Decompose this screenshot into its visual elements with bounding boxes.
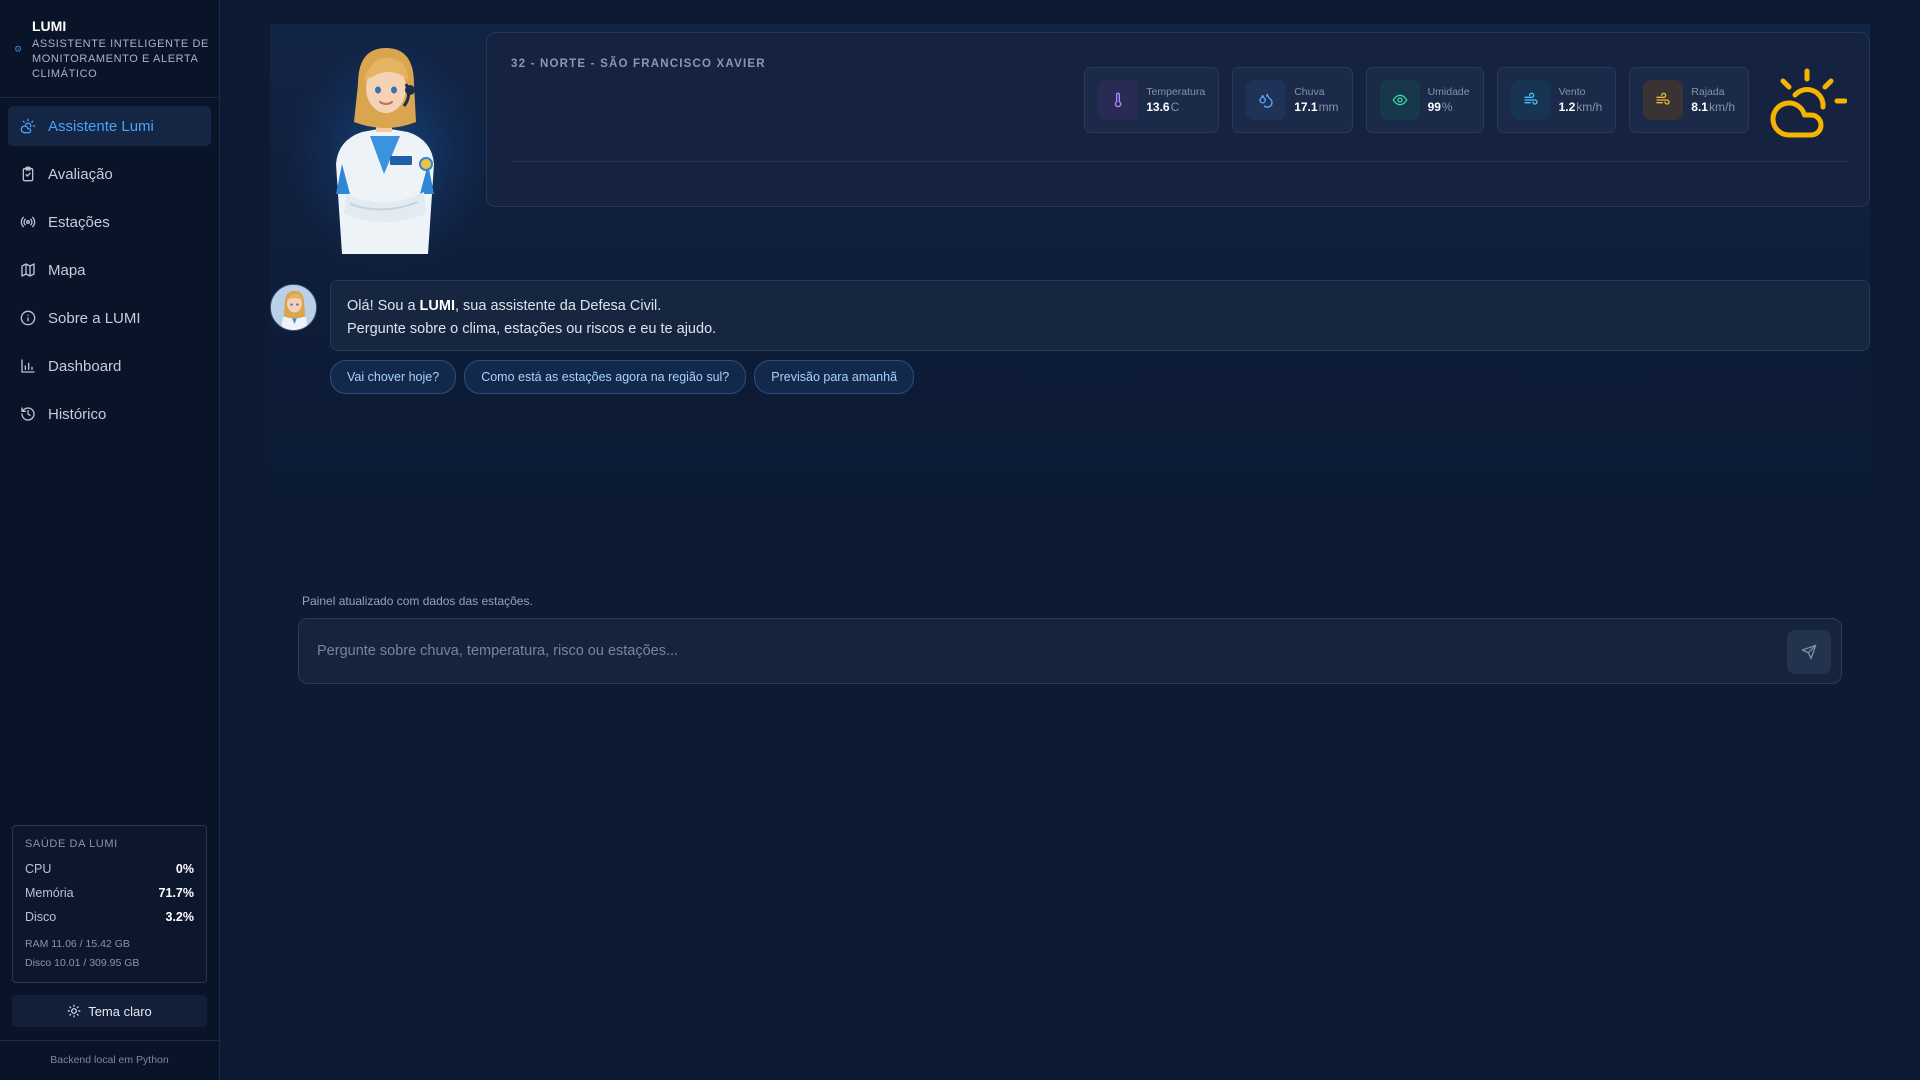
brand-logo-icon: ⚙ [14, 44, 23, 54]
sun-icon [67, 1004, 81, 1018]
sidebar-item-label: Sobre a LUMI [48, 309, 141, 327]
sidebar-item-mapa[interactable]: Mapa [8, 250, 211, 290]
metric-value: 17.1mm [1294, 100, 1338, 114]
metric-label: Temperatura [1146, 86, 1206, 98]
history-icon [20, 406, 36, 422]
ram-detail: RAM 11.06 / 15.42 GB [25, 938, 130, 950]
message-line-1: Olá! Sou a LUMI, sua assistente da Defes… [347, 295, 1853, 318]
wind-gust-icon [1643, 80, 1684, 120]
cpu-label: CPU [25, 862, 52, 876]
theme-toggle-label: Tema claro [88, 1003, 152, 1019]
memory-value: 71.7% [158, 886, 194, 900]
metric-number: 13.6 [1146, 100, 1170, 114]
health-details: RAM 11.06 / 15.42 GB Disco 10.01 / 309.9… [25, 935, 194, 973]
cpu-value: 0% [175, 862, 194, 876]
theme-toggle-button[interactable]: Tema claro [12, 995, 207, 1027]
sidebar-item-label: Dashboard [48, 357, 122, 375]
bar-chart-icon [20, 358, 36, 374]
health-cpu-row: CPU 0% [25, 857, 194, 881]
weather-metrics: Temperatura 13.6C Chuva 17.1mm Umidade 9… [1071, 67, 1749, 133]
brand-title: LUMI [32, 18, 67, 34]
lumi-avatar-illustration [336, 48, 434, 254]
sidebar-item-estacoes[interactable]: Estações [8, 202, 211, 242]
send-button[interactable] [1787, 630, 1831, 674]
assistant-message: Olá! Sou a LUMI, sua assistente da Defes… [330, 280, 1870, 351]
divider [0, 97, 219, 98]
metric-rain: Chuva 17.1mm [1232, 67, 1353, 133]
metric-number: 8.1 [1691, 100, 1708, 114]
sidebar-item-sobre[interactable]: Sobre a LUMI [8, 298, 211, 338]
sidebar-item-label: Avaliação [48, 165, 113, 183]
station-name: 32 - NORTE - SÃO FRANCISCO XAVIER [511, 58, 766, 70]
metric-unit: km/h [1708, 100, 1735, 114]
wind-icon [1510, 80, 1551, 120]
message-text: , sua assistente da Defesa Civil. [454, 298, 662, 314]
metric-wind: Vento 1.2km/h [1496, 67, 1617, 133]
metric-unit: C [1170, 100, 1180, 114]
divider [511, 161, 1847, 162]
sidebar-item-assistente-lumi[interactable]: Assistente Lumi [8, 106, 211, 146]
disk-detail: Disco 10.01 / 309.95 GB [25, 957, 140, 969]
status-text: Painel atualizado com dados das estações… [302, 594, 533, 608]
sidebar-item-label: Mapa [48, 261, 86, 279]
sidebar-item-label: Histórico [48, 405, 107, 423]
send-icon [1801, 644, 1817, 660]
metric-unit: % [1441, 100, 1453, 114]
map-icon [20, 262, 36, 278]
suggestion-chip-rain-today[interactable]: Vai chover hoje? [330, 360, 457, 394]
radio-icon [20, 214, 36, 230]
sidebar-item-label: Assistente Lumi [48, 117, 154, 135]
metric-unit: km/h [1576, 100, 1603, 114]
metric-temperature: Temperatura 13.6C [1084, 67, 1220, 133]
health-disk-row: Disco 3.2% [25, 905, 194, 929]
metric-humidity: Umidade 99% [1365, 67, 1484, 133]
partly-sunny-icon [1770, 68, 1847, 138]
message-line-2: Pergunte sobre o clima, estações ou risc… [347, 321, 717, 337]
thermometer-icon [1098, 80, 1139, 120]
message-bold-text: LUMI [419, 298, 455, 314]
memory-label: Memória [25, 886, 74, 900]
metric-value: 13.6C [1146, 100, 1205, 114]
metric-gust: Rajada 8.1km/h [1629, 67, 1749, 133]
metric-unit: mm [1318, 100, 1339, 114]
weather-station-card: 32 - NORTE - SÃO FRANCISCO XAVIER Temper… [486, 32, 1870, 207]
chat-input-container [298, 618, 1842, 684]
sidebar: ⚙ LUMI Assistente inteligente de monitor… [0, 0, 220, 1080]
health-title: SAÚDE DA LUMI [25, 838, 118, 850]
suggestion-chips: Vai chover hoje? Como está as estações a… [330, 360, 922, 394]
suggestion-chip-stations-south[interactable]: Como está as estações agora na região su… [464, 360, 747, 394]
metric-value: 99% [1428, 100, 1470, 114]
disk-value: 3.2% [165, 910, 195, 924]
metric-label: Umidade [1427, 86, 1470, 98]
clipboard-icon [20, 166, 36, 182]
metric-number: 17.1 [1294, 100, 1318, 114]
metric-label: Chuva [1294, 86, 1325, 98]
metric-number: 1.2 [1558, 100, 1576, 114]
message-text: Olá! Sou a [347, 298, 420, 314]
metric-value: 8.1km/h [1691, 100, 1735, 114]
droplets-icon [1246, 80, 1287, 120]
metric-label: Rajada [1691, 86, 1725, 98]
avatar [270, 284, 317, 331]
sidebar-item-dashboard[interactable]: Dashboard [8, 346, 211, 386]
health-memory-row: Memória 71.7% [25, 881, 194, 905]
brand-subtitle: Assistente inteligente de monitoramento … [32, 38, 209, 80]
divider [0, 1040, 219, 1041]
health-panel: SAÚDE DA LUMI CPU 0% Memória 71.7% Disco… [12, 825, 207, 983]
chat-input[interactable] [317, 633, 1717, 669]
suggestion-chip-forecast-tomorrow[interactable]: Previsão para amanhã [754, 360, 915, 394]
sidebar-item-avaliacao[interactable]: Avaliação [8, 154, 211, 194]
footer-text: Backend local em Python [50, 1054, 169, 1066]
weather-icon [20, 118, 36, 134]
info-icon [20, 310, 36, 326]
sidebar-item-label: Estações [48, 213, 110, 231]
metric-label: Vento [1558, 86, 1586, 98]
metric-number: 99 [1427, 100, 1441, 114]
sidebar-nav: Assistente Lumi Avaliação Estações Mapa … [8, 106, 211, 442]
eye-icon [1379, 80, 1420, 120]
metric-value: 1.2km/h [1559, 100, 1603, 114]
disk-label: Disco [25, 910, 57, 924]
sidebar-item-historico[interactable]: Histórico [8, 394, 211, 434]
